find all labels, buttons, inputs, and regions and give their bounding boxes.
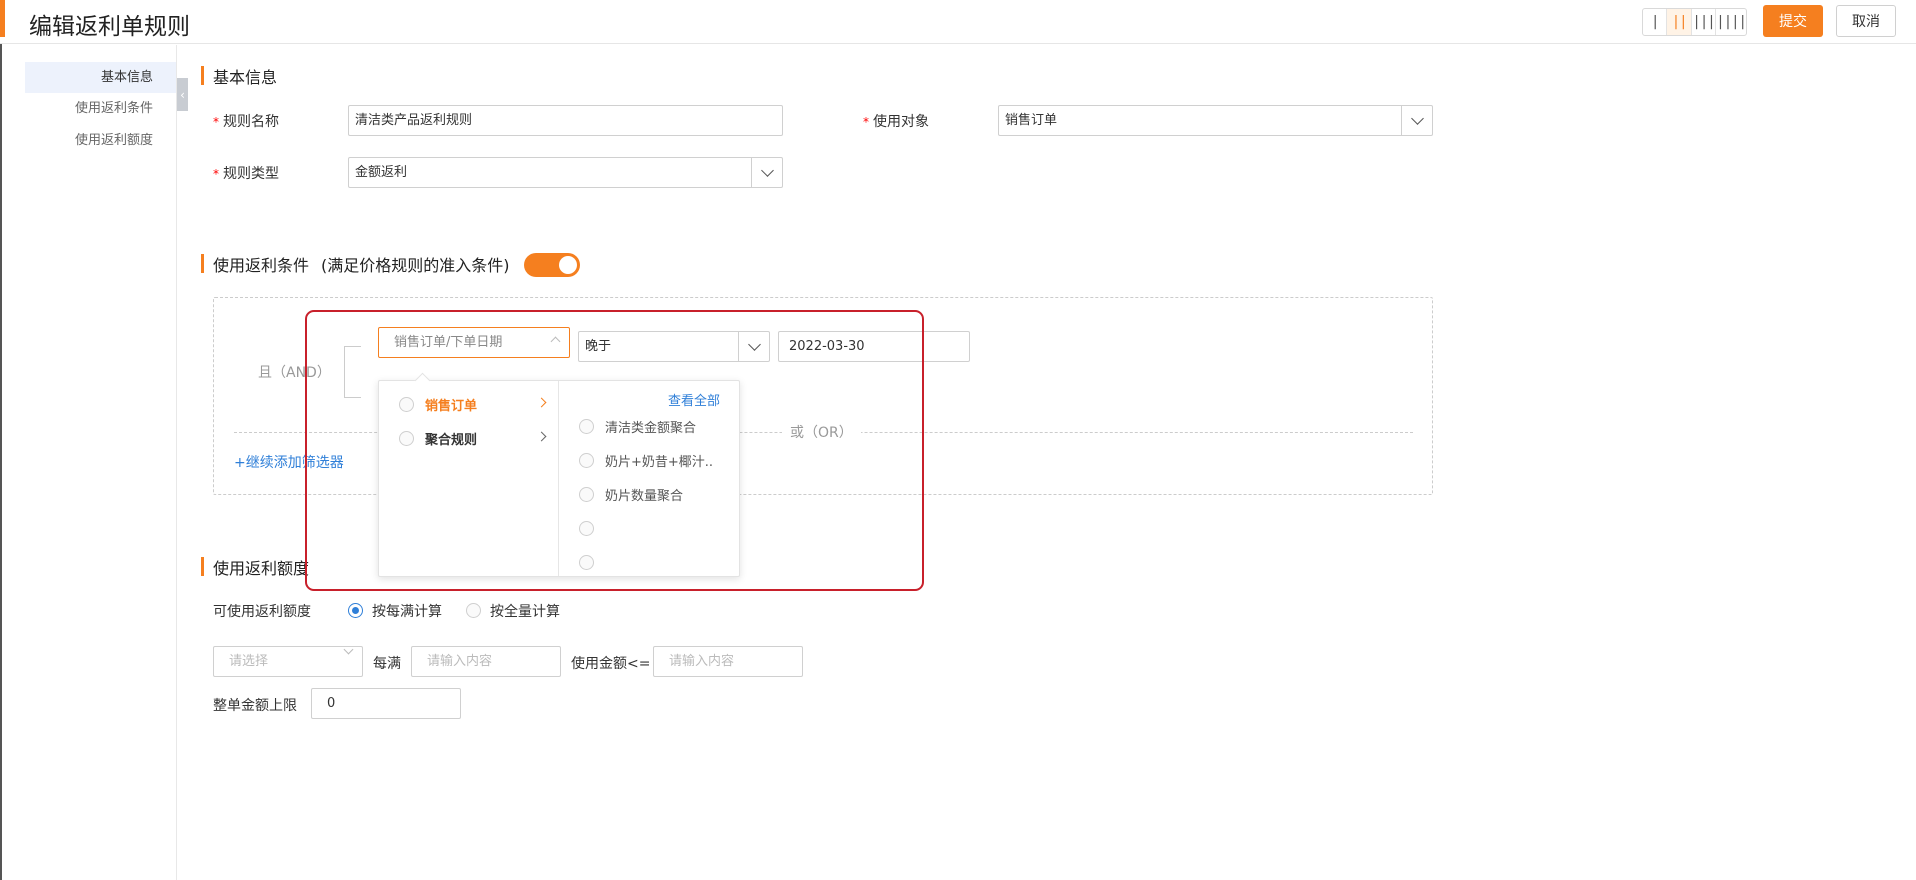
sidebar-divider bbox=[176, 45, 177, 880]
per-full-label: 每满 bbox=[373, 656, 401, 672]
sidebar-item-basic-info[interactable]: 基本信息 bbox=[25, 62, 176, 93]
conditions-toggle[interactable] bbox=[524, 253, 580, 277]
page-title: 编辑返利单规则 bbox=[29, 14, 190, 40]
section-title-rebate-amount: 使用返利额度 bbox=[201, 555, 309, 579]
chevron-up-icon bbox=[550, 333, 561, 347]
section-title-basic-info: 基本信息 bbox=[201, 64, 277, 88]
amount-basis-select[interactable]: 请选择 bbox=[213, 644, 363, 677]
condition-date-input[interactable]: 2022-03-30 bbox=[778, 331, 970, 362]
and-label: 且（AND） bbox=[258, 365, 331, 381]
category-label: 销售订单 bbox=[425, 399, 478, 414]
chevron-right-icon bbox=[536, 431, 547, 442]
target-label: * 使用对象 bbox=[863, 114, 929, 130]
view-all-link[interactable]: 查看全部 bbox=[668, 390, 720, 409]
chevron-down-icon bbox=[343, 644, 354, 655]
header-accent-bar bbox=[0, 0, 5, 37]
mode-per-full-radio[interactable] bbox=[348, 603, 363, 618]
layout-4-column-button[interactable]: |||| bbox=[1716, 9, 1747, 35]
rule-name-label: * 规则名称 bbox=[213, 114, 279, 130]
cap-input[interactable]: 0 bbox=[311, 688, 461, 719]
dropdown-option[interactable]: 清洁类金额聚合 bbox=[559, 412, 739, 442]
rule-type-label: * 规则类型 bbox=[213, 166, 279, 182]
cancel-button[interactable]: 取消 bbox=[1836, 5, 1896, 37]
page-header: 编辑返利单规则 | || ||| |||| 提交 取消 bbox=[0, 0, 1916, 44]
dropdown-category-aggregate-rule[interactable]: 聚合规则 bbox=[379, 423, 559, 453]
target-select[interactable]: 销售订单 bbox=[998, 105, 1433, 136]
mode-full-radio[interactable] bbox=[466, 603, 481, 618]
submit-button[interactable]: 提交 bbox=[1763, 5, 1823, 37]
option-radio bbox=[579, 555, 594, 570]
dropdown-option[interactable]: 奶片+奶昔+椰汁.. bbox=[559, 446, 739, 476]
window-left-edge bbox=[0, 44, 2, 880]
condition-operator-select[interactable]: 晚于 bbox=[578, 331, 770, 362]
category-radio bbox=[399, 431, 414, 446]
layout-2-column-button[interactable]: || bbox=[1667, 9, 1692, 35]
category-radio bbox=[399, 397, 414, 412]
option-radio bbox=[579, 419, 594, 434]
condition-field-select[interactable]: 销售订单/下单日期 bbox=[378, 327, 570, 358]
dropdown-option[interactable]: 奶片数量聚合 bbox=[559, 480, 739, 510]
rule-name-input[interactable]: 清洁类产品返利规则 bbox=[348, 105, 783, 136]
use-amount-input[interactable]: 请输入内容 bbox=[653, 646, 803, 677]
layout-1-column-button[interactable]: | bbox=[1643, 9, 1668, 35]
add-filter-link[interactable]: +继续添加筛选器 bbox=[234, 452, 344, 472]
option-radio bbox=[579, 487, 594, 502]
required-mark: * bbox=[863, 115, 869, 129]
dropdown-category-column: 销售订单 聚合规则 bbox=[379, 381, 559, 576]
toggle-knob bbox=[559, 256, 577, 274]
section-title-rebate-conditions: 使用返利条件 (满足价格规则的准入条件) bbox=[201, 252, 510, 276]
or-label: 或（OR） bbox=[782, 422, 861, 442]
rule-type-select[interactable]: 金额返利 bbox=[348, 157, 783, 188]
option-radio bbox=[579, 521, 594, 536]
option-label: 奶片数量聚合 bbox=[605, 489, 684, 504]
layout-3-column-button[interactable]: ||| bbox=[1692, 9, 1717, 35]
category-label: 聚合规则 bbox=[425, 433, 478, 448]
sidebar-collapse-icon[interactable]: ‹ bbox=[177, 78, 188, 111]
chevron-down-icon bbox=[738, 332, 769, 361]
per-full-input[interactable]: 请输入内容 bbox=[411, 646, 561, 677]
chevron-right-icon bbox=[536, 397, 547, 408]
option-radio bbox=[579, 453, 594, 468]
mode-per-full-label: 按每满计算 bbox=[372, 604, 442, 620]
column-layout-switcher: | || ||| |||| bbox=[1642, 8, 1747, 36]
dropdown-option[interactable] bbox=[559, 548, 739, 578]
option-label: 奶片+奶昔+椰汁.. bbox=[605, 455, 714, 470]
cap-label: 整单金额上限 bbox=[213, 698, 297, 714]
use-amount-label: 使用金额<= bbox=[571, 656, 651, 672]
option-label: 清洁类金额聚合 bbox=[605, 421, 697, 436]
mode-full-label: 按全量计算 bbox=[490, 604, 560, 620]
and-bracket bbox=[344, 346, 361, 398]
sidebar-item-rebate-conditions[interactable]: 使用返利条件 bbox=[25, 93, 176, 124]
chevron-down-icon bbox=[751, 158, 782, 187]
dropdown-option[interactable] bbox=[559, 514, 739, 544]
dropdown-category-sales-order[interactable]: 销售订单 bbox=[379, 389, 559, 419]
required-mark: * bbox=[213, 167, 219, 181]
sidebar-item-rebate-amount[interactable]: 使用返利额度 bbox=[25, 125, 176, 156]
chevron-down-icon bbox=[1401, 106, 1432, 135]
required-mark: * bbox=[213, 115, 219, 129]
usable-amount-label: 可使用返利额度 bbox=[213, 604, 311, 620]
field-dropdown-panel: 销售订单 聚合规则 查看全部 清洁类金额聚合 奶片+奶昔+椰汁.. 奶片数量聚合 bbox=[378, 380, 740, 577]
